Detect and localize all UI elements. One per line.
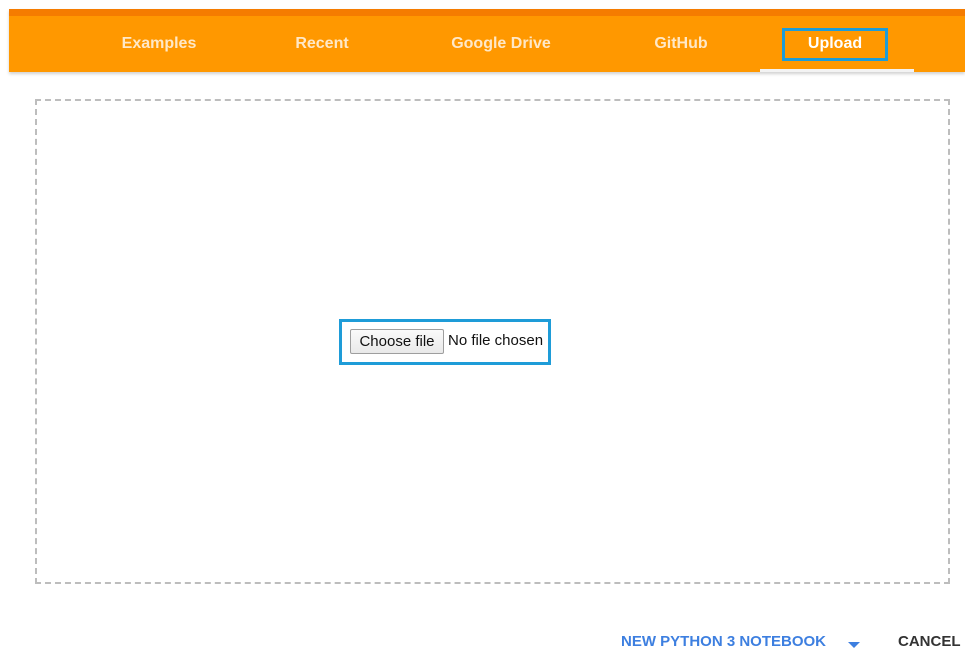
tab-recent[interactable]: Recent — [280, 23, 364, 65]
active-tab-indicator — [760, 69, 914, 72]
tab-upload[interactable]: Upload — [782, 23, 888, 65]
new-python-3-notebook-button[interactable]: NEW PYTHON 3 NOTEBOOK — [621, 632, 826, 650]
file-status-text: No file chosen — [448, 332, 544, 349]
choose-file-button[interactable]: Choose file — [350, 329, 444, 354]
cancel-button[interactable]: CANCEL — [898, 632, 961, 650]
tab-examples[interactable]: Examples — [109, 23, 209, 65]
file-picker[interactable]: Choose file No file chosen — [339, 319, 551, 365]
chevron-down-icon[interactable] — [846, 637, 862, 648]
tab-google-drive[interactable]: Google Drive — [438, 23, 564, 65]
source-tab-bar: Examples Recent Google Drive GitHub Uplo… — [9, 9, 965, 72]
open-notebook-dialog: Examples Recent Google Drive GitHub Uplo… — [0, 0, 965, 650]
tab-github[interactable]: GitHub — [641, 23, 721, 65]
